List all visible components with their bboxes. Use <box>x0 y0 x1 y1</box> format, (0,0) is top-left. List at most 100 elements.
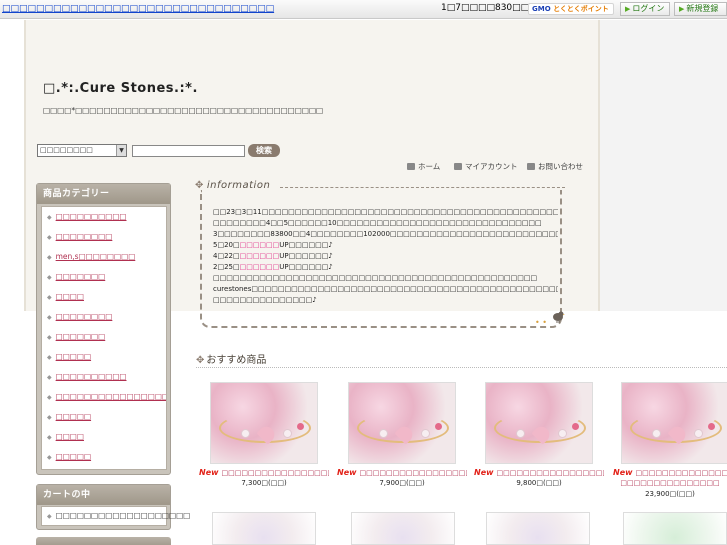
category-link[interactable]: □□□□□□□□□□ <box>56 212 127 221</box>
info-line-suffix: UP□□□□□□♪ <box>279 263 333 271</box>
info-highlight: □□□□□□ <box>239 252 280 260</box>
product-name-text[interactable]: □□□□□□□□□□□□□□□□□□□□□ <box>497 469 604 477</box>
category-item[interactable]: ◆ □□□□□□□□□□ <box>42 367 166 387</box>
category-link[interactable]: □□□□ <box>56 292 84 301</box>
category-link[interactable]: □□□□□□□□ <box>56 232 113 241</box>
bullet-icon: ◆ <box>47 214 52 221</box>
recommended-title: おすすめ商品 <box>206 355 267 366</box>
login-label: ログイン <box>632 4 665 13</box>
product-card[interactable]: New□□□□□□□□□□□□□□□□□□□□□ 7,900□(□□) <box>337 382 467 487</box>
product-image[interactable] <box>348 382 456 464</box>
information-text: □□23□3□11□□□□□□□□□□□□□□□□□□□□□□□□□□□□□□□… <box>213 207 558 306</box>
gmo-points-logo[interactable]: GMO とくとくポイント <box>528 3 614 15</box>
nav-contact-link[interactable]: お問い合わせ <box>527 161 583 172</box>
sidebar-category-panel: 商品カテゴリー ◆ □□□□□□□□□□ ◆ □□□□□□□□ ◆ men,s□□□□… <box>36 183 171 475</box>
category-link[interactable]: □□□□□□□ <box>56 332 106 341</box>
category-item[interactable]: ◆ □□□□□□□□ <box>42 307 166 327</box>
category-item[interactable]: ◆ □□□□□ <box>42 447 166 467</box>
product-image[interactable] <box>212 512 316 545</box>
shop-title[interactable]: □.*:.Cure Stones.:*. <box>43 81 198 96</box>
product-name[interactable]: New□□□□□□□□□□□□□□□□□□□□□ <box>474 468 604 477</box>
info-line: 3□□□□□□□□83800□□4□□□□□□□□102000□□□□□□□□□… <box>213 230 558 238</box>
category-item[interactable]: ◆ □□□□□ <box>42 347 166 367</box>
cart-empty-text: □□□□□□□□□□□□□□□□□□□ <box>55 511 191 520</box>
bullet-icon: ◆ <box>47 374 52 381</box>
category-item[interactable]: ◆ □□□□□□□□□□ <box>42 207 166 227</box>
bullet-icon: ◆ <box>47 354 52 361</box>
product-image[interactable] <box>485 382 593 464</box>
info-line-suffix: UP□□□□□□♪ <box>279 252 333 260</box>
category-link[interactable]: □□□□ <box>56 432 84 441</box>
category-link[interactable]: □□□□□□□ <box>56 272 106 281</box>
category-item[interactable]: ◆ □□□□ <box>42 287 166 307</box>
info-highlight: □□□□□□ <box>239 241 280 249</box>
category-link[interactable]: □□□□□ <box>56 452 91 461</box>
play-arrow-icon: ▶ <box>625 5 631 13</box>
recommended-divider <box>196 367 727 368</box>
bullet-icon: ◆ <box>47 254 52 261</box>
product-name[interactable]: New □□□□□□□□□□□□□□ □□□□□□□□□□□□□□□ <box>613 468 727 488</box>
product-card[interactable]: New □□□□□□□□□□□□□□ □□□□□□□□□□□□□□□ 23,900… <box>613 382 727 498</box>
category-link[interactable]: □□□□□ <box>56 352 91 361</box>
information-divider <box>280 187 565 188</box>
sidebar-next-panel-header <box>36 537 171 545</box>
shop-description: □□□□*□□□□□□□□□□□□□□□□□□□□□□□□□□□□□□□□□□□ <box>43 106 324 115</box>
category-list: ◆ □□□□□□□□□□ ◆ □□□□□□□□ ◆ men,s□□□□□□□□ ◆ □□… <box>41 206 167 470</box>
bullet-icon: ◆ <box>47 454 52 461</box>
product-card[interactable]: New□□□□□□□□□□□□□□□□□□□□□ 9,800□(□□) <box>474 382 604 487</box>
category-item[interactable]: ◆ men,s□□□□□□□□ <box>42 247 166 267</box>
bullet-icon: ◆ <box>47 414 52 421</box>
category-link[interactable]: □□□□□□□□□□□□□□□□ <box>56 392 166 401</box>
info-line: 2□25□□□□□□□UP□□□□□□♪ <box>213 262 558 273</box>
product-name-text[interactable]: □□□□□□□□□□□□□□□□□□□□□ <box>360 469 467 477</box>
search-button[interactable]: 検索 <box>248 144 280 157</box>
nav-home-link[interactable]: ホーム <box>407 161 440 172</box>
category-link[interactable]: □□□□□□□□□□ <box>56 372 127 381</box>
chevron-down-icon: ▼ <box>116 145 126 156</box>
info-line: 4□22□□□□□□□UP□□□□□□♪ <box>213 251 558 262</box>
gmo-logo-text: GMO <box>532 5 551 13</box>
info-line-prefix: 4□22□ <box>213 252 240 260</box>
product-name[interactable]: New□□□□□□□□□□□□□□□□□□□□□ <box>337 468 467 477</box>
sidebar-cart-panel: カートの中 ◆ □□□□□□□□□□□□□□□□□□□ <box>36 484 190 530</box>
info-line-suffix: UP□□□□□□♪ <box>279 241 333 249</box>
login-button[interactable]: ▶ ログイン <box>620 2 670 16</box>
category-item[interactable]: ◆ □□□□□□□□ <box>42 227 166 247</box>
category-item[interactable]: ◆ □□□□□□□ <box>42 267 166 287</box>
category-select-value: □□□□□□□□ <box>40 146 93 154</box>
play-arrow-icon: ▶ <box>679 5 685 13</box>
product-name[interactable]: New□□□□□□□□□□□□□□□□□□□□□ <box>199 468 329 477</box>
product-image[interactable] <box>210 382 318 464</box>
new-badge: New <box>613 468 633 477</box>
top-bar: □□□□□□□□□□□□□□□□□□□□□□□□□□□□□□□□ 1□7□□□□… <box>0 0 727 19</box>
bullet-icon: ◆ <box>47 334 52 341</box>
product-name-text[interactable]: □□□□□□□□□□□□□□□□□□□□□ <box>222 469 329 477</box>
category-item[interactable]: ◆ □□□□ <box>42 427 166 447</box>
register-button[interactable]: ▶ 新規登録 <box>674 2 727 16</box>
category-select[interactable]: □□□□□□□□ ▼ <box>37 144 127 157</box>
product-image[interactable] <box>621 382 727 464</box>
ornament-icon: ✥ <box>196 355 205 366</box>
product-price: 7,300□(□□) <box>241 479 287 487</box>
product-image[interactable] <box>486 512 590 545</box>
nav-contact-label: お問い合わせ <box>538 162 583 171</box>
bird-icon <box>553 311 565 323</box>
product-image[interactable] <box>351 512 455 545</box>
register-label: 新規登録 <box>686 4 719 13</box>
top-promo-link[interactable]: □□□□□□□□□□□□□□□□□□□□□□□□□□□□□□□□ <box>2 4 274 14</box>
cart-content: ◆ □□□□□□□□□□□□□□□□□□□ <box>41 506 190 526</box>
search-input[interactable] <box>132 145 245 157</box>
category-item[interactable]: ◆ □□□□□□□□□□□□□□□□ <box>42 387 166 407</box>
bullet-icon: ◆ <box>47 394 52 401</box>
category-link[interactable]: □□□□□□□□ <box>56 312 113 321</box>
product-card[interactable]: New□□□□□□□□□□□□□□□□□□□□□ 7,300□(□□) <box>199 382 329 487</box>
product-name-text[interactable]: □□□□□□□□□□□□□□ □□□□□□□□□□□□□□□ <box>620 469 727 487</box>
info-line: □□23□3□11□□□□□□□□□□□□□□□□□□□□□□□□□□□□□□□… <box>213 208 558 216</box>
nav-mypage-link[interactable]: マイアカウント <box>454 161 518 172</box>
category-item[interactable]: ◆ □□□□□□□ <box>42 327 166 347</box>
bullet-icon: ◆ <box>47 314 52 321</box>
category-item[interactable]: ◆ □□□□□ <box>42 407 166 427</box>
product-image[interactable] <box>623 512 727 545</box>
category-link[interactable]: □□□□□ <box>56 412 91 421</box>
category-link[interactable]: men,s□□□□□□□□ <box>56 252 136 261</box>
